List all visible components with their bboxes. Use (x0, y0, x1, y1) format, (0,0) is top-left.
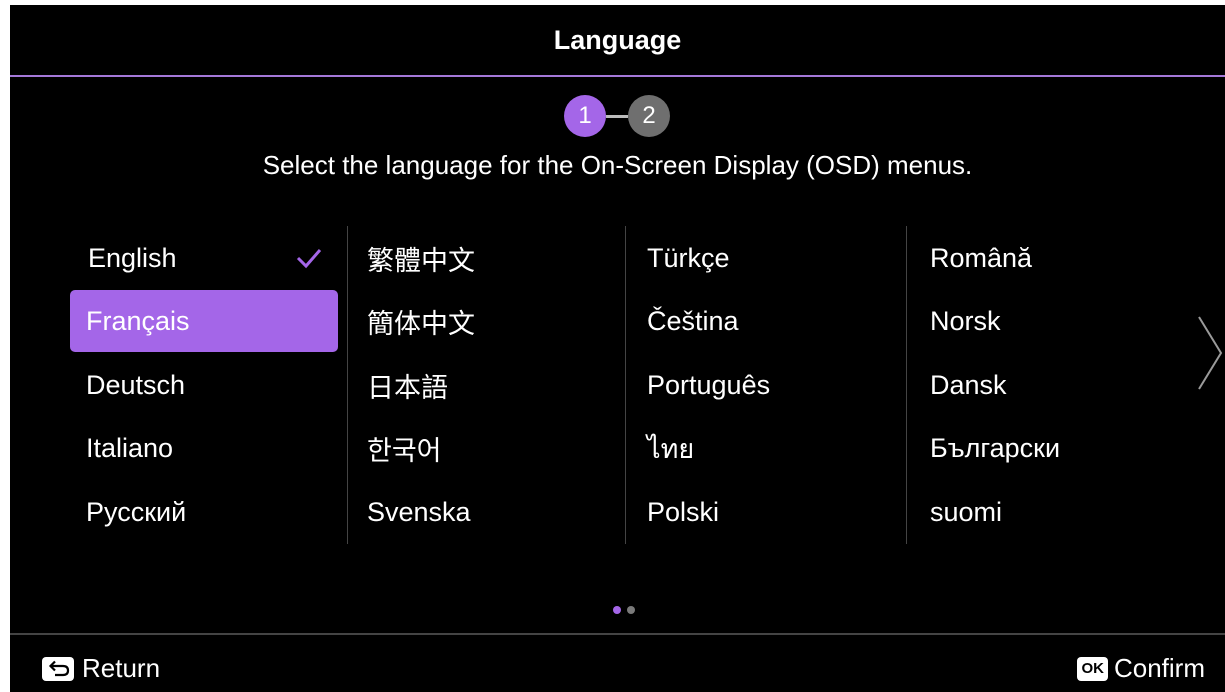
language-option-polski[interactable]: Polski (635, 481, 897, 543)
confirm-label: Confirm (1113, 653, 1205, 683)
language-option-traditional-chinese[interactable]: 繁體中文 (355, 227, 617, 289)
page-dot-active (613, 606, 621, 614)
return-button[interactable]: Return (42, 653, 160, 684)
language-option-cestina[interactable]: Čeština (635, 290, 897, 352)
return-icon (42, 656, 74, 681)
language-option-dansk[interactable]: Dansk (916, 354, 1178, 416)
language-option-deutsch[interactable]: Deutsch (70, 354, 338, 416)
language-label: ไทย (647, 433, 695, 464)
chevron-right-icon[interactable] (1195, 313, 1225, 393)
column-divider (347, 226, 348, 544)
language-label: Русский (86, 496, 187, 527)
language-option-simplified-chinese[interactable]: 簡体中文 (355, 290, 617, 352)
language-option-francais[interactable]: Français (70, 290, 338, 352)
language-label: suomi (930, 496, 1003, 527)
language-label: Français (86, 305, 190, 336)
language-label: Português (647, 369, 771, 400)
language-option-romana[interactable]: Română (916, 227, 1178, 289)
language-option-turkce[interactable]: Türkçe (635, 227, 897, 289)
ok-key-icon: OK (1077, 656, 1108, 681)
language-option-russian[interactable]: Русский (70, 481, 338, 543)
language-option-korean[interactable]: 한국어 (355, 417, 617, 479)
step-1-indicator: 1 (564, 95, 606, 137)
page-title: Language (553, 24, 682, 55)
language-option-norsk[interactable]: Norsk (916, 290, 1178, 352)
return-label: Return (82, 653, 161, 683)
page-dot-inactive (627, 606, 635, 614)
language-label: Dansk (930, 369, 1007, 400)
title-bar: Language (10, 5, 1225, 77)
setup-stepper: 1 2 (564, 95, 670, 137)
language-label: English (88, 242, 177, 273)
language-option-thai[interactable]: ไทย (635, 417, 897, 479)
language-option-bulgarian[interactable]: Български (916, 417, 1178, 479)
language-label: Norsk (930, 305, 1001, 336)
language-label: 繁體中文 (367, 245, 475, 276)
language-option-italiano[interactable]: Italiano (70, 417, 338, 479)
language-option-suomi[interactable]: suomi (916, 481, 1178, 543)
step-2-indicator: 2 (628, 95, 670, 137)
language-label: 簡体中文 (367, 308, 475, 339)
language-option-english[interactable]: English (70, 227, 338, 289)
language-label: 한국어 (367, 435, 442, 466)
step-connector (606, 114, 628, 118)
language-option-svenska[interactable]: Svenska (355, 481, 617, 543)
footer-bar: Return OK Confirm (10, 633, 1225, 692)
language-option-japanese[interactable]: 日本語 (355, 354, 617, 416)
language-label: Italiano (86, 432, 174, 463)
confirm-button[interactable]: OK Confirm (1077, 653, 1205, 684)
language-label: Türkçe (647, 242, 730, 273)
language-label: Deutsch (86, 369, 186, 400)
language-label: Română (930, 242, 1033, 273)
language-option-portugues[interactable]: Português (635, 354, 897, 416)
column-divider (906, 226, 907, 544)
osd-screen: Language 1 2 Select the language for the… (10, 5, 1225, 692)
language-label: Polski (647, 496, 720, 527)
language-label: Български (930, 432, 1061, 463)
instruction-text: Select the language for the On-Screen Di… (262, 150, 973, 180)
language-label: 日本語 (367, 372, 448, 403)
check-icon (296, 249, 322, 269)
column-divider (625, 226, 626, 544)
page-indicator (613, 606, 641, 614)
language-label: Čeština (647, 305, 739, 336)
language-label: Svenska (367, 496, 471, 527)
